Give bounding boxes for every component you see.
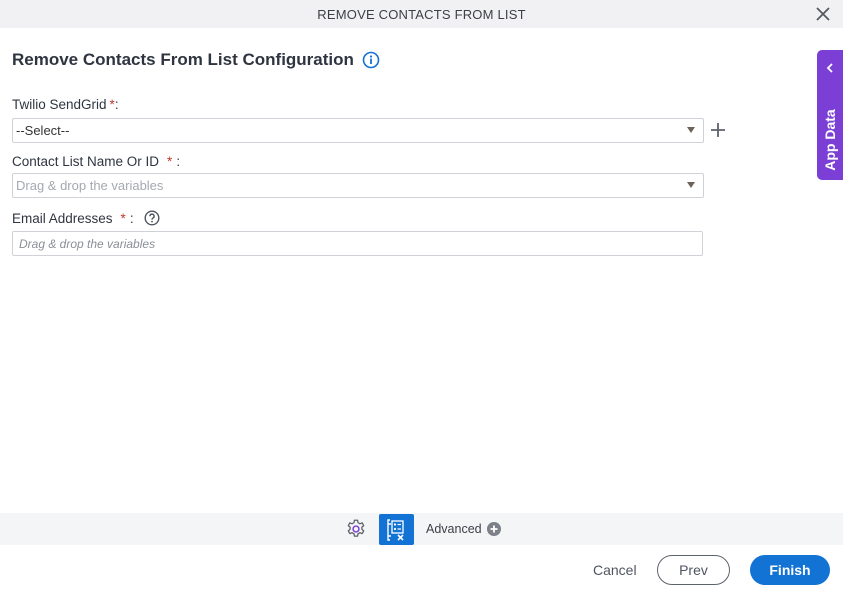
variable-mapping-button[interactable] (379, 514, 414, 545)
select-placeholder: Drag & drop the variables (16, 178, 164, 193)
label-colon: : (114, 97, 119, 112)
page-title: Remove Contacts From List Configuration (12, 50, 354, 69)
chevron-left-icon (826, 63, 833, 73)
select-value: --Select-- (16, 123, 70, 138)
gear-icon[interactable] (345, 518, 367, 540)
app-data-panel-tab[interactable]: App Data (817, 50, 843, 180)
advanced-bar (0, 513, 843, 545)
app-data-label: App Data (822, 109, 838, 171)
twilio-sendgrid-label: Twilio SendGrid * : (12, 97, 119, 112)
title-bar: REMOVE CONTACTS FROM LIST (0, 0, 843, 28)
advanced-label: Advanced (426, 522, 482, 536)
plus-circle-icon (486, 522, 501, 536)
label-text: Twilio SendGrid (12, 97, 107, 112)
contact-list-label: Contact List Name Or ID * : (12, 154, 180, 169)
input-placeholder: Drag & drop the variables (19, 236, 156, 251)
finish-button[interactable]: Finish (750, 555, 830, 585)
variable-mapping-icon (387, 519, 404, 541)
advanced-toggle[interactable]: Advanced (426, 522, 501, 536)
label-text: Email Addresses (12, 210, 113, 226)
close-icon[interactable] (813, 4, 833, 24)
email-addresses-label: Email Addresses * : (12, 210, 160, 226)
help-icon[interactable] (144, 210, 160, 226)
config-heading: Remove Contacts From List Configuration (12, 50, 380, 70)
required-mark: * (167, 154, 173, 169)
prev-button[interactable]: Prev (657, 555, 730, 585)
dropdown-caret-icon (687, 127, 695, 133)
label-colon: : (129, 210, 134, 226)
label-colon: : (176, 154, 181, 169)
required-mark: * (120, 210, 126, 226)
plus-icon[interactable] (709, 121, 727, 139)
label-text: Contact List Name Or ID (12, 154, 160, 169)
contact-list-select[interactable]: Drag & drop the variables (12, 173, 704, 198)
dropdown-caret-icon (687, 182, 695, 188)
email-addresses-input[interactable]: Drag & drop the variables (12, 231, 703, 256)
twilio-sendgrid-select[interactable]: --Select-- (12, 118, 704, 143)
dialog-title: REMOVE CONTACTS FROM LIST (317, 6, 526, 22)
info-icon[interactable] (362, 51, 380, 69)
cancel-button[interactable]: Cancel (593, 562, 637, 578)
